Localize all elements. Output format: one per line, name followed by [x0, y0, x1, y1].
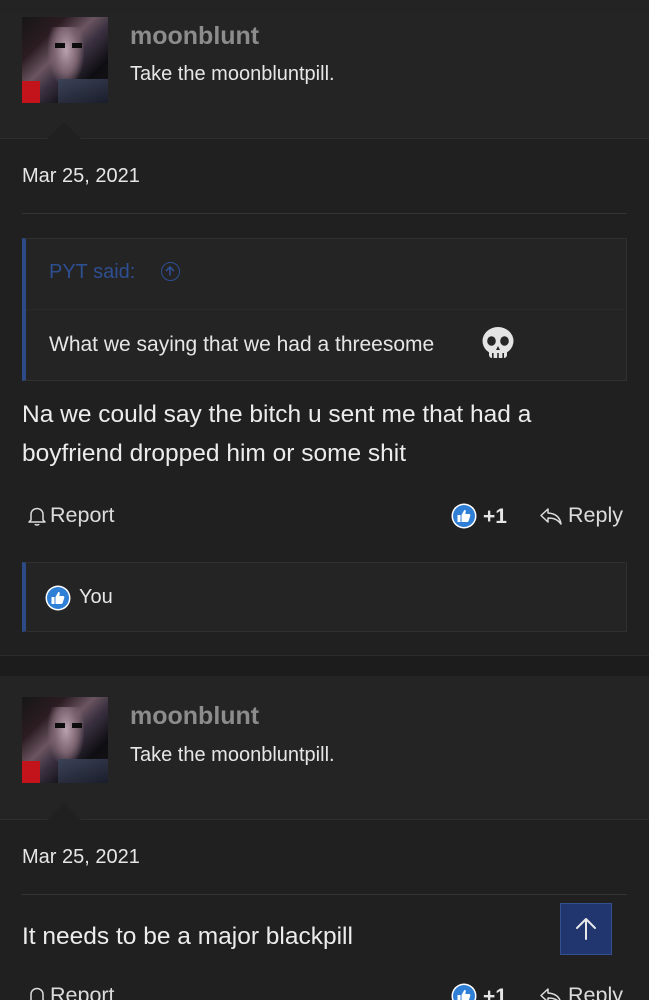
quote-text: What we saying that we had a threesome [49, 333, 435, 356]
bell-icon [29, 987, 45, 1000]
avatar-face [48, 707, 84, 765]
scroll-to-top-icon [576, 918, 596, 940]
post-2-date[interactable]: Mar 25, 2021 [22, 846, 140, 869]
post-2-user-header: moonblunt Take the moonbluntpill. [0, 676, 649, 820]
like-icon[interactable] [451, 983, 477, 1000]
post-2-divider [22, 894, 627, 895]
message-line: boyfriend dropped him or some shit [22, 440, 407, 467]
post-1-user-title: Take the moonbluntpill. [130, 63, 335, 85]
post-1-user-header: moonblunt Take the moonbluntpill. [0, 14, 649, 139]
reply-label: Reply [568, 983, 623, 1000]
report-label: Report [50, 503, 115, 527]
reactions-you-label: You [79, 586, 113, 608]
post-1-reactions-bar[interactable]: You [22, 562, 627, 632]
thread-page: moonblunt Take the moonbluntpill. Mar 25… [0, 0, 649, 1000]
skull-emoji-icon [482, 327, 514, 359]
post-1-reply-button[interactable]: Reply [538, 503, 623, 528]
post-1-date[interactable]: Mar 25, 2021 [22, 165, 140, 188]
post-2-report-button[interactable]: Report [26, 983, 115, 1000]
post-1-username[interactable]: moonblunt [130, 22, 259, 51]
bell-icon [28, 507, 46, 526]
report-label: Report [50, 983, 115, 1000]
post-1-message: Na we could say the bitch u sent me that… [22, 395, 622, 473]
post-2-avatar[interactable] [22, 697, 108, 783]
post-2-message: It needs to be a major blackpill [22, 917, 622, 956]
post-1-quote-block: PYT said: What we saying that we had a t… [22, 238, 627, 381]
post-1-report-button[interactable]: Report [26, 503, 115, 528]
like-icon [45, 585, 71, 611]
post-1-divider [22, 213, 627, 214]
post-1-reaction-count[interactable]: +1 [483, 505, 507, 529]
quote-author[interactable]: PYT said: [49, 261, 135, 284]
reply-arrow-icon [540, 507, 562, 525]
post-2-reply-button[interactable]: Reply [538, 983, 623, 1000]
post-2-reaction-count[interactable]: +1 [483, 985, 507, 1000]
message-line: It needs to be a major blackpill [22, 923, 353, 950]
reply-arrow-icon [540, 987, 561, 1000]
avatar-face [48, 27, 84, 85]
post-separator [0, 655, 649, 677]
scroll-to-top-button[interactable] [560, 903, 612, 955]
post-1-avatar[interactable] [22, 17, 108, 103]
arrow-up-circle-icon[interactable] [161, 262, 180, 281]
message-line: Na we could say the bitch u sent me that… [22, 401, 532, 428]
reply-label: Reply [568, 503, 623, 527]
post-2-user-title: Take the moonbluntpill. [130, 744, 335, 766]
quote-header: PYT said: [26, 239, 626, 310]
like-icon[interactable] [451, 503, 477, 529]
post-2-username[interactable]: moonblunt [130, 702, 259, 731]
